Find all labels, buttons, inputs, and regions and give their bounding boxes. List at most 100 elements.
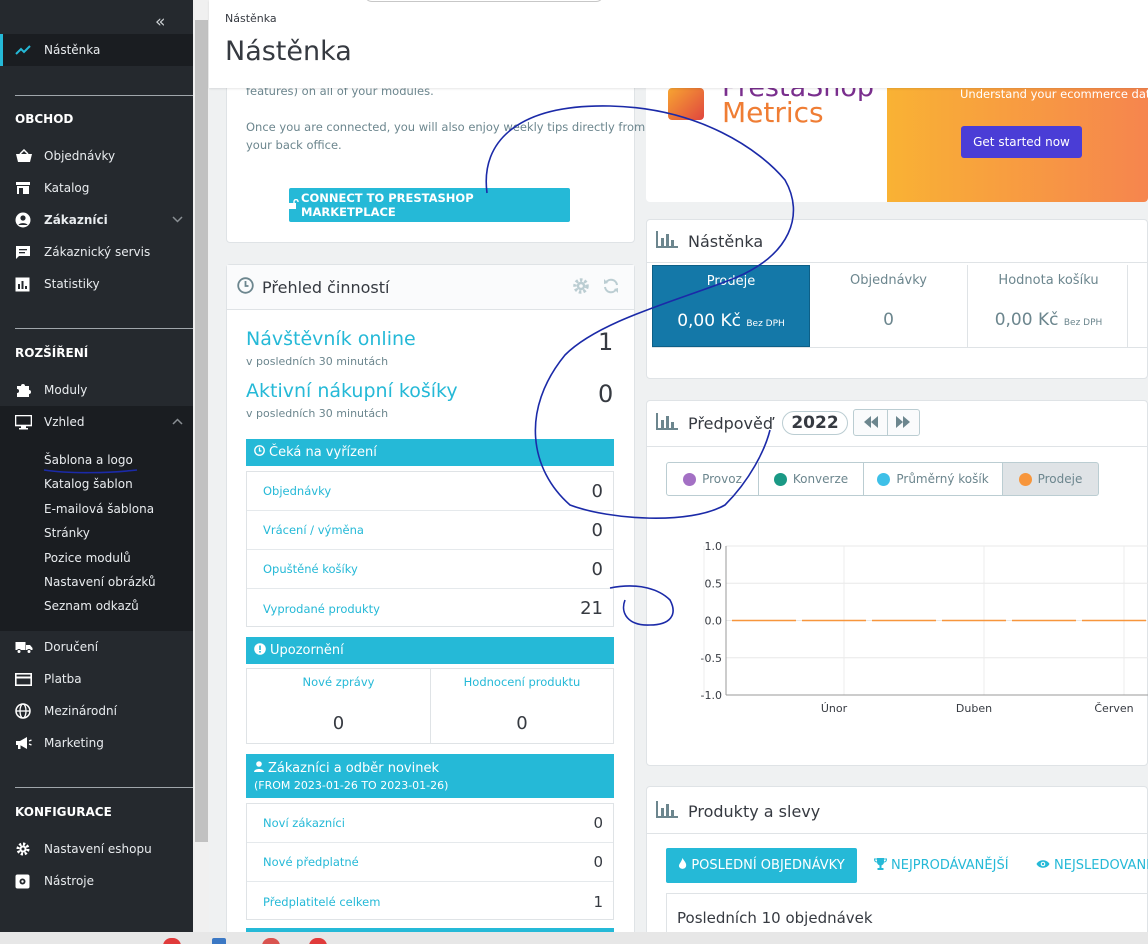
abandoned-carts-value: 0 <box>591 558 603 580</box>
segment-average-cart[interactable]: Průměrný košík <box>863 462 1003 496</box>
sidebar-item-shipping[interactable]: Doručení <box>0 631 193 663</box>
total-subscribers-link[interactable]: Předplatitelé celkem <box>263 895 380 909</box>
abandoned-carts-link[interactable]: Opuštěné košíky <box>263 562 358 576</box>
new-messages-value: 0 <box>332 713 345 734</box>
get-started-button[interactable]: Get started now <box>961 126 1082 158</box>
sidebar-item-modules[interactable]: Moduly <box>0 374 193 406</box>
sidebar-item-dashboard[interactable]: Nástěnka <box>0 34 193 66</box>
sidebar-item-label: Platba <box>44 672 82 686</box>
forecast-year[interactable]: 2022 <box>782 411 848 435</box>
globe-icon <box>15 703 44 719</box>
submenu-item-theme-catalog[interactable]: Katalog šablon <box>44 477 133 491</box>
out-of-stock-link[interactable]: Vyprodané produkty <box>263 602 380 616</box>
taskbar-app-icon[interactable] <box>212 938 226 944</box>
sales-dot-icon <box>1018 472 1032 486</box>
search-input[interactable] <box>364 0 604 2</box>
submenu-item-theme-logo[interactable]: Šablona a logo <box>44 453 133 467</box>
tab-last-orders[interactable]: POSLEDNÍ OBJEDNÁVKY <box>666 848 857 883</box>
segment-sales[interactable]: Prodeje <box>1002 462 1099 496</box>
puzzle-icon <box>15 382 44 398</box>
active-carts-sub: v posledních 30 minutách <box>246 407 389 420</box>
metrics-tagline: Understand your ecommerce data a <box>960 87 1148 101</box>
kpi-sales-title: Prodeje <box>706 274 756 289</box>
kpi-cart-value[interactable]: Hodnota košíku 0,00 Kč Bez DPH <box>970 265 1128 347</box>
sidebar-item-label: Zákazníci <box>44 213 108 227</box>
tab-most-viewed[interactable]: NEJSLEDOVANĚ <box>1036 848 1148 883</box>
breadcrumb[interactable]: Nástěnka <box>225 12 277 25</box>
conversion-dot-icon <box>773 472 787 486</box>
customers-list: Noví zákazníci 0 Nové předplatné 0 Předpla… <box>246 803 614 920</box>
online-visitors-link[interactable]: Návštěvník online <box>246 328 416 350</box>
forecast-divider <box>647 446 1148 447</box>
segment-conversion[interactable]: Konverze <box>758 462 864 496</box>
submenu-item-pages[interactable]: Stránky <box>44 526 90 540</box>
kpi-sales[interactable]: Prodeje 0,00 Kč Bez DPH <box>652 265 810 347</box>
sidebar-item-orders[interactable]: Objednávky <box>0 140 193 172</box>
sidebar-item-design[interactable]: Vzhled <box>0 406 193 438</box>
submenu-item-module-positions[interactable]: Pozice modulů <box>44 551 131 565</box>
sidebar-item-label: Marketing <box>44 736 104 750</box>
flame-icon <box>678 857 687 874</box>
sidebar-item-label: Nástěnka <box>44 43 101 57</box>
connect-marketplace-button[interactable]: CONNECT TO PRESTASHOP MARKETPLACE <box>289 188 570 222</box>
submenu-item-email-theme[interactable]: E-mailová šablona <box>44 502 154 516</box>
sidebar-item-tools[interactable]: Nástroje <box>0 865 193 897</box>
settings-gear-icon[interactable] <box>572 277 590 298</box>
sidebar-item-label: Objednávky <box>44 149 116 163</box>
scrollbar-thumb[interactable] <box>195 20 208 842</box>
sidebar-item-catalog[interactable]: Katalog <box>0 172 193 204</box>
pending-returns-link[interactable]: Vrácení / výměna <box>263 523 364 537</box>
active-carts-link[interactable]: Aktivní nákupní košíky <box>246 380 458 402</box>
kpi-orders-title: Objednávky <box>849 273 927 288</box>
last-orders-panel: Posledních 10 objednávek <box>666 893 1148 932</box>
new-messages-link[interactable]: Nové zprávy <box>247 675 430 689</box>
list-item: Nové předplatné 0 <box>247 843 613 882</box>
new-subscriptions-link[interactable]: Nové předplatné <box>263 855 359 869</box>
sidebar-item-label: Doručení <box>44 640 99 654</box>
segment-traffic[interactable]: Provoz <box>666 462 759 496</box>
activity-title: Přehled činností <box>237 277 389 298</box>
sidebar-item-customer-service[interactable]: Zákaznický servis <box>0 236 193 268</box>
sidebar-item-shop-parameters[interactable]: Nastavení eshopu <box>0 833 193 865</box>
sidebar-item-international[interactable]: Mezinárodní <box>0 695 193 727</box>
sidebar-item-stats[interactable]: Statistiky <box>0 268 193 300</box>
clock-icon <box>254 445 265 460</box>
credit-card-icon <box>15 672 44 686</box>
chat-icon <box>15 245 44 260</box>
chevron-down-icon <box>172 215 183 226</box>
kpi-cart-value-amount: 0,00 Kč <box>994 310 1059 330</box>
submenu-item-link-list[interactable]: Seznam odkazů <box>44 599 139 613</box>
page-header: Nástěnka Nástěnka <box>209 0 1148 88</box>
product-reviews-link[interactable]: Hodnocení produktu <box>431 675 613 689</box>
kpi-cart-title: Hodnota košíku <box>998 273 1099 288</box>
products-divider <box>647 833 1148 834</box>
new-customers-link[interactable]: Noví zákazníci <box>263 816 345 830</box>
sidebar-divider <box>15 328 193 329</box>
sidebar-item-marketing[interactable]: Marketing <box>0 727 193 759</box>
dashboard-kpi-title: Nástěnka <box>656 231 763 252</box>
sidebar-section-obchod: OBCHOD <box>15 112 74 126</box>
sidebar-item-payment[interactable]: Platba <box>0 663 193 695</box>
previous-year-icon[interactable] <box>863 415 879 432</box>
bar-chart-icon <box>15 277 44 292</box>
online-visitors-sub: v posledních 30 minutách <box>246 355 389 368</box>
list-item: Vrácení / výměna 0 <box>247 511 613 550</box>
kpi-orders[interactable]: Objednávky 0 <box>810 265 968 347</box>
unlock-icon <box>289 198 299 212</box>
list-item: Noví zákazníci 0 <box>247 804 613 843</box>
pending-orders-link[interactable]: Objednávky <box>263 484 331 498</box>
account-circle-icon <box>15 212 44 228</box>
page-title: Nástěnka <box>225 36 352 67</box>
tab-best-sellers[interactable]: NEJPRODÁVANĚJŠÍ <box>873 848 1009 883</box>
refresh-icon[interactable] <box>602 277 620 298</box>
bar-chart-icon <box>656 413 678 434</box>
collapse-sidebar-button[interactable]: « <box>155 14 165 31</box>
sidebar-item-label: Zákaznický servis <box>44 245 151 259</box>
submenu-item-image-settings[interactable]: Nastavení obrázků <box>44 575 156 589</box>
trending-up-icon <box>15 44 44 56</box>
sidebar-item-customers[interactable]: Zákazníci <box>0 204 193 236</box>
chart-y-tick-label: 0.5 <box>705 577 723 590</box>
kpi-bottom-line <box>652 347 1148 348</box>
next-year-icon[interactable] <box>895 415 911 432</box>
marketplace-text-2b: your back office. <box>246 138 342 152</box>
